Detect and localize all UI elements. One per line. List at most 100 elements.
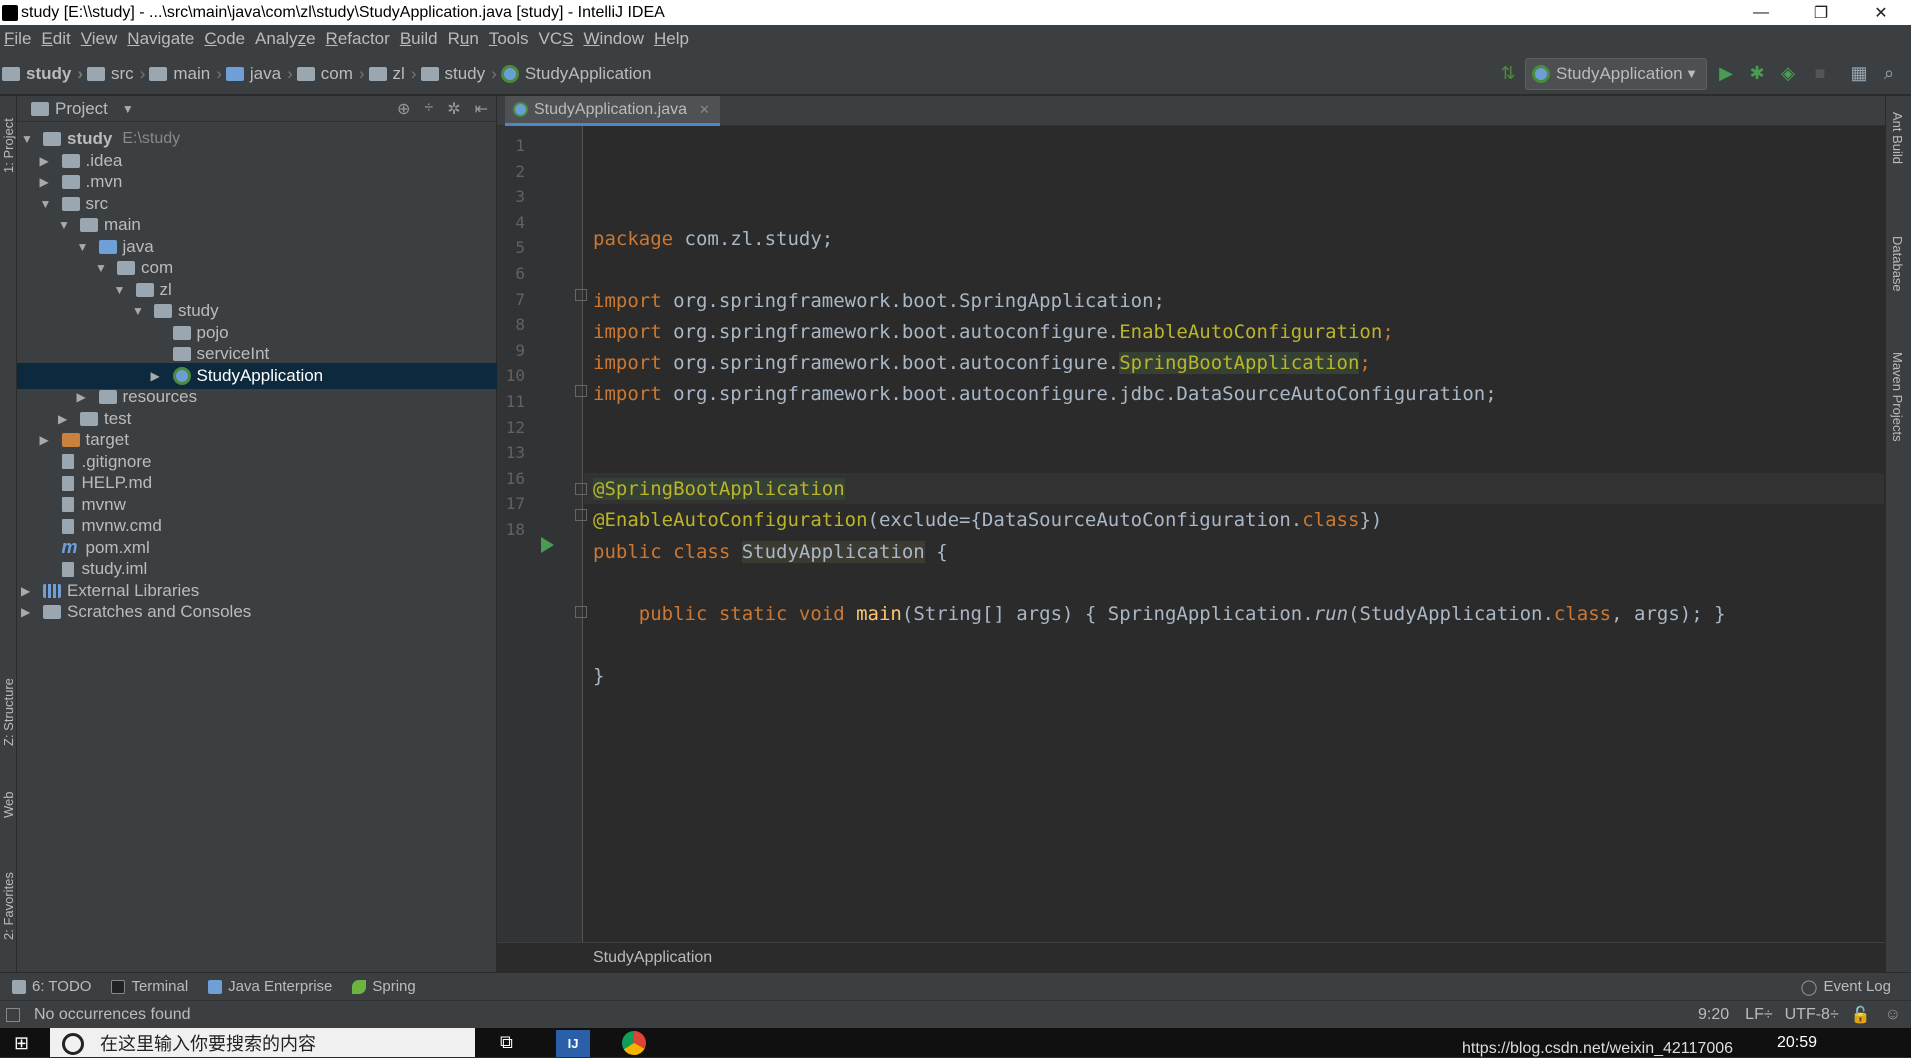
collapse-all-icon[interactable]: ÷ <box>424 99 433 119</box>
line-number: 13 <box>505 443 525 463</box>
tab-terminal[interactable]: Terminal <box>111 978 188 995</box>
caret-position[interactable]: 9:20 <box>1698 1006 1729 1024</box>
tab-java-enterprise[interactable]: Java Enterprise <box>208 978 332 995</box>
code-line-3[interactable]: import org.springframework.boot.SpringAp… <box>593 285 1165 316</box>
code-line-5[interactable]: import org.springframework.boot.autoconf… <box>593 347 1371 378</box>
chevron-down-icon[interactable]: ▼ <box>95 261 107 275</box>
chevron-down-icon[interactable]: ▼ <box>132 304 144 318</box>
search-everywhere-icon[interactable]: ⌕ <box>1876 58 1902 88</box>
run-configuration-select[interactable]: StudyApplication ▼ <box>1525 58 1707 90</box>
tab-web[interactable]: Web <box>0 780 17 830</box>
chevron-down-icon[interactable]: ▼ <box>122 102 134 116</box>
tab-ant-build[interactable]: Ant Build <box>1890 112 1905 164</box>
restore-button[interactable]: ❐ <box>1791 0 1851 25</box>
minimize-button[interactable]: — <box>1731 0 1791 25</box>
editor-tab-studyapplication[interactable]: StudyApplication.java ✕ <box>505 96 720 126</box>
breadcrumb-item[interactable]: main › <box>149 64 222 84</box>
tab-favorites[interactable]: 2: Favorites <box>0 856 17 956</box>
chevron-right-icon[interactable]: ▶ <box>58 412 70 426</box>
menu-item-2[interactable]: View <box>77 29 124 49</box>
run-gutter-icon[interactable] <box>541 537 554 553</box>
chevron-right-icon[interactable]: ▶ <box>40 433 52 447</box>
menu-item-1[interactable]: Edit <box>37 29 76 49</box>
menu-item-6[interactable]: Refactor <box>322 29 396 49</box>
stop-icon[interactable]: ■ <box>1807 58 1833 88</box>
code-line-10[interactable]: @EnableAutoConfiguration (exclude={DataSo… <box>593 504 1382 535</box>
breadcrumb-item[interactable]: java › <box>225 64 293 84</box>
tab-database[interactable]: Database <box>1890 236 1905 292</box>
inspector-icon[interactable]: ☺ <box>1885 1006 1901 1024</box>
chevron-down-icon[interactable]: ▼ <box>114 283 126 297</box>
chevron-right-icon[interactable]: ▶ <box>40 154 52 168</box>
line-separator[interactable]: LF÷ <box>1745 1006 1772 1024</box>
fold-marker[interactable] <box>575 385 587 397</box>
tab-todo[interactable]: 6: TODO <box>12 978 91 995</box>
chevron-down-icon[interactable]: ▼ <box>21 132 33 146</box>
chevron-right-icon[interactable]: ▶ <box>151 369 163 383</box>
taskbar-search[interactable]: 在这里输入你要搜索的内容 <box>50 1028 475 1057</box>
code-line-11[interactable]: public class StudyApplication { <box>593 536 948 567</box>
tab-maven-projects[interactable]: Maven Projects <box>1890 352 1905 442</box>
build-hammer-icon[interactable]: ⇅ <box>1495 58 1521 88</box>
file-encoding[interactable]: UTF-8÷ <box>1785 1006 1839 1024</box>
breadcrumb-item[interactable]: zl › <box>368 64 417 84</box>
tree-node[interactable]: ▶ Scratches and Consoles <box>17 599 497 625</box>
code-line-9[interactable]: @SpringBootApplication <box>593 473 845 504</box>
menu-item-9[interactable]: Tools <box>485 29 535 49</box>
task-view-icon[interactable]: ⧉ <box>500 1032 513 1053</box>
menu-item-3[interactable]: Navigate <box>123 29 200 49</box>
chevron-down-icon[interactable]: ▼ <box>77 240 89 254</box>
fold-marker[interactable] <box>575 606 587 618</box>
chevron-right-icon[interactable]: ▶ <box>77 390 89 404</box>
menu-item-8[interactable]: Run <box>444 29 485 49</box>
breadcrumb-item[interactable]: com › <box>296 64 365 84</box>
close-tab-icon[interactable]: ✕ <box>699 102 710 118</box>
event-log-button[interactable]: ◯ Event Log <box>1801 978 1891 996</box>
menu-item-10[interactable]: VCS <box>535 29 580 49</box>
intellij-taskbar-icon[interactable]: IJ <box>556 1030 590 1057</box>
project-structure-icon[interactable]: ▦ <box>1846 58 1872 88</box>
breadcrumb-item[interactable]: StudyApplication <box>500 64 651 84</box>
code-line-1[interactable]: package com.zl.study; <box>593 223 833 254</box>
title-bar: study [E:\\study] - ...\src\main\java\co… <box>0 0 1911 25</box>
project-panel-title[interactable]: Project <box>55 99 108 119</box>
tree-node-label: serviceInt <box>196 344 270 363</box>
menu-item-5[interactable]: Analyze <box>251 29 322 49</box>
menu-item-11[interactable]: Window <box>580 29 650 49</box>
chrome-taskbar-icon[interactable] <box>622 1031 646 1055</box>
lock-icon[interactable]: 🔓 <box>1851 1005 1871 1025</box>
locate-icon[interactable]: ⊕ <box>397 99 410 119</box>
hide-panel-icon[interactable]: ⇤ <box>475 99 488 119</box>
bottom-tool-tabs: 6: TODO Terminal Java Enterprise Spring … <box>0 972 1911 1000</box>
menu-item-12[interactable]: Help <box>650 29 695 49</box>
menu-item-7[interactable]: Build <box>396 29 444 49</box>
coverage-icon[interactable]: ◈ <box>1775 58 1801 88</box>
code-line-13[interactable]: public static void main (String[] args) {… <box>593 598 1726 629</box>
chevron-right-icon[interactable]: ▶ <box>21 584 33 598</box>
fold-marker[interactable] <box>575 483 587 495</box>
breadcrumb-item[interactable]: src › <box>87 64 145 84</box>
editor-footer-label[interactable]: StudyApplication <box>593 949 712 967</box>
menu-item-0[interactable]: File <box>0 29 37 49</box>
close-button[interactable]: ✕ <box>1851 0 1911 25</box>
windows-start-icon[interactable]: ⊞ <box>14 1033 29 1054</box>
tab-spring[interactable]: Spring <box>352 978 416 995</box>
chevron-right-icon[interactable]: ▶ <box>21 605 33 619</box>
chevron-down-icon[interactable]: ▼ <box>40 197 52 211</box>
debug-icon[interactable]: ✱ <box>1744 58 1770 88</box>
code-line-4[interactable]: import org.springframework.boot.autoconf… <box>593 316 1394 347</box>
menu-item-4[interactable]: Code <box>200 29 251 49</box>
gear-icon[interactable]: ✲ <box>447 99 460 119</box>
tab-project[interactable]: 1: Project <box>0 106 17 186</box>
fold-marker[interactable] <box>575 509 587 521</box>
code-line-17[interactable]: } <box>593 660 604 691</box>
breadcrumb-item[interactable]: study › <box>420 64 497 84</box>
toggle-tool-windows-icon[interactable] <box>6 1007 20 1022</box>
code-line-6[interactable]: import org.springframework.boot.autoconf… <box>593 378 1497 409</box>
chevron-right-icon[interactable]: ▶ <box>40 175 52 189</box>
breadcrumb-item[interactable]: study › <box>2 64 83 84</box>
fold-marker[interactable] <box>575 289 587 301</box>
run-icon[interactable]: ▶ <box>1713 58 1739 88</box>
chevron-down-icon[interactable]: ▼ <box>58 218 70 232</box>
tab-structure[interactable]: Z: Structure <box>0 662 17 762</box>
